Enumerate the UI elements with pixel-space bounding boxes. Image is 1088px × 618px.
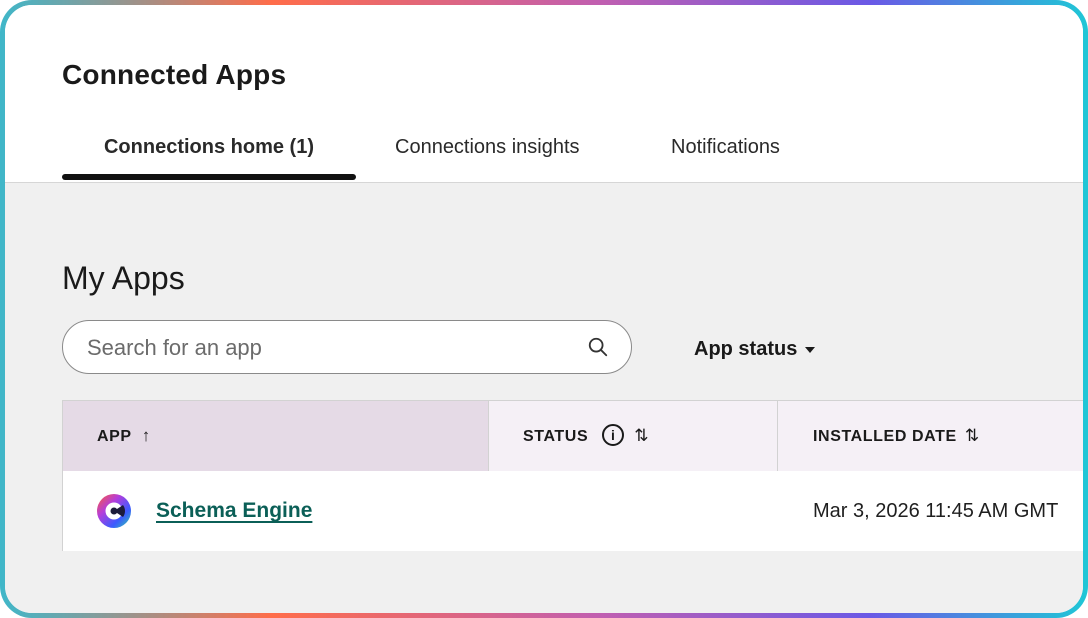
- search-input[interactable]: [85, 321, 569, 374]
- info-icon[interactable]: i: [602, 423, 625, 446]
- column-header-installed-date[interactable]: INSTALLED DATE ⇅: [778, 401, 1083, 471]
- tab-connections-home[interactable]: Connections home (1): [62, 127, 356, 180]
- table-header: APP ↑ STATUS i ⇅ INSTALLED DATE ⇅: [63, 401, 1083, 472]
- installed-date-cell: Mar 3, 2026 11:45 AM GMT: [813, 500, 1059, 522]
- app-window: Connected Apps Connections home (1) Conn…: [5, 5, 1083, 613]
- schema-engine-logo-icon: [97, 494, 131, 528]
- column-header-label: APP: [97, 428, 132, 445]
- page-header: Connected Apps Connections home (1) Conn…: [5, 5, 1083, 183]
- column-header-status[interactable]: STATUS i ⇅: [489, 401, 778, 471]
- app-status-filter[interactable]: App status: [694, 338, 816, 361]
- column-header-app[interactable]: APP ↑: [63, 401, 489, 471]
- app-link[interactable]: Schema Engine: [156, 499, 312, 523]
- section-title: My Apps: [62, 260, 185, 296]
- column-header-label: INSTALLED DATE: [813, 428, 957, 445]
- sort-ascending-icon[interactable]: ↑: [142, 401, 151, 471]
- tab-notifications[interactable]: Notifications: [671, 127, 780, 179]
- table-row: Schema Engine Mar 3, 2026 11:45 AM GMT: [63, 471, 1083, 551]
- caret-down-icon: [805, 346, 816, 353]
- column-header-label: STATUS: [523, 428, 589, 445]
- app-status-label: App status: [694, 338, 798, 360]
- main-content: My Apps App status APP ↑ STATUS i ⇅: [5, 183, 1083, 613]
- sort-icon[interactable]: ⇅: [965, 401, 980, 471]
- app-frame: Connected Apps Connections home (1) Conn…: [0, 0, 1088, 618]
- search-box[interactable]: [62, 320, 632, 374]
- apps-table: APP ↑ STATUS i ⇅ INSTALLED DATE ⇅ Schema…: [62, 400, 1083, 551]
- tab-connections-insights[interactable]: Connections insights: [395, 127, 580, 179]
- search-icon[interactable]: [587, 336, 609, 358]
- page-title: Connected Apps: [62, 59, 287, 90]
- sort-icon[interactable]: ⇅: [634, 401, 649, 471]
- app-cell: Schema Engine: [97, 471, 312, 551]
